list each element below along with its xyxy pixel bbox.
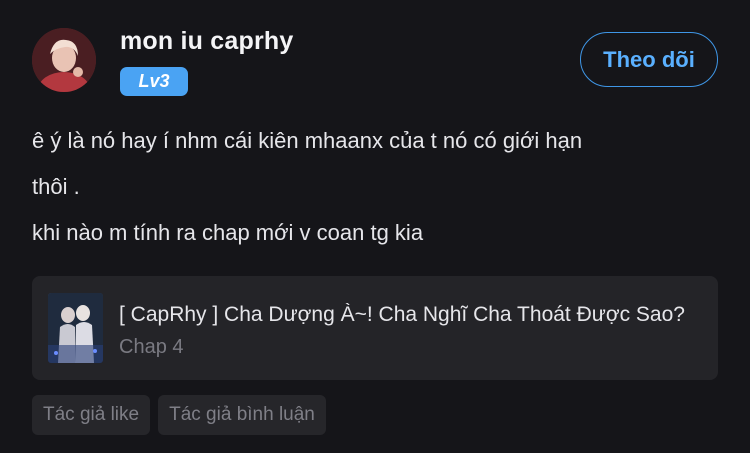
username[interactable]: mon iu caprhy bbox=[120, 27, 293, 56]
story-chapter: Chap 4 bbox=[119, 336, 184, 358]
user-avatar[interactable] bbox=[32, 28, 96, 92]
follow-button[interactable]: Theo dõi bbox=[580, 32, 718, 87]
story-cover-image bbox=[48, 293, 103, 363]
tag-author-comment: Tác giả bình luận bbox=[158, 395, 326, 435]
comment-line: khi nào m tính ra chap mới v coan tg kia bbox=[32, 220, 424, 245]
tag-list: Tác giả like Tác giả bình luận bbox=[32, 395, 326, 435]
comment-line: ê ý là nó hay í nhm cái kiên mhaanx của … bbox=[32, 128, 583, 153]
comment-text: ê ý là nó hay í nhm cái kiên mhaanx của … bbox=[32, 118, 722, 256]
story-title: [ CapRhy ] Cha Dượng À~! Cha Nghĩ Cha Th… bbox=[119, 303, 685, 326]
comment-line: thôi . bbox=[32, 174, 80, 199]
level-badge: Lv3 bbox=[120, 67, 188, 96]
linked-story-card[interactable]: [ CapRhy ] Cha Dượng À~! Cha Nghĩ Cha Th… bbox=[32, 276, 718, 380]
tag-author-like: Tác giả like bbox=[32, 395, 151, 435]
